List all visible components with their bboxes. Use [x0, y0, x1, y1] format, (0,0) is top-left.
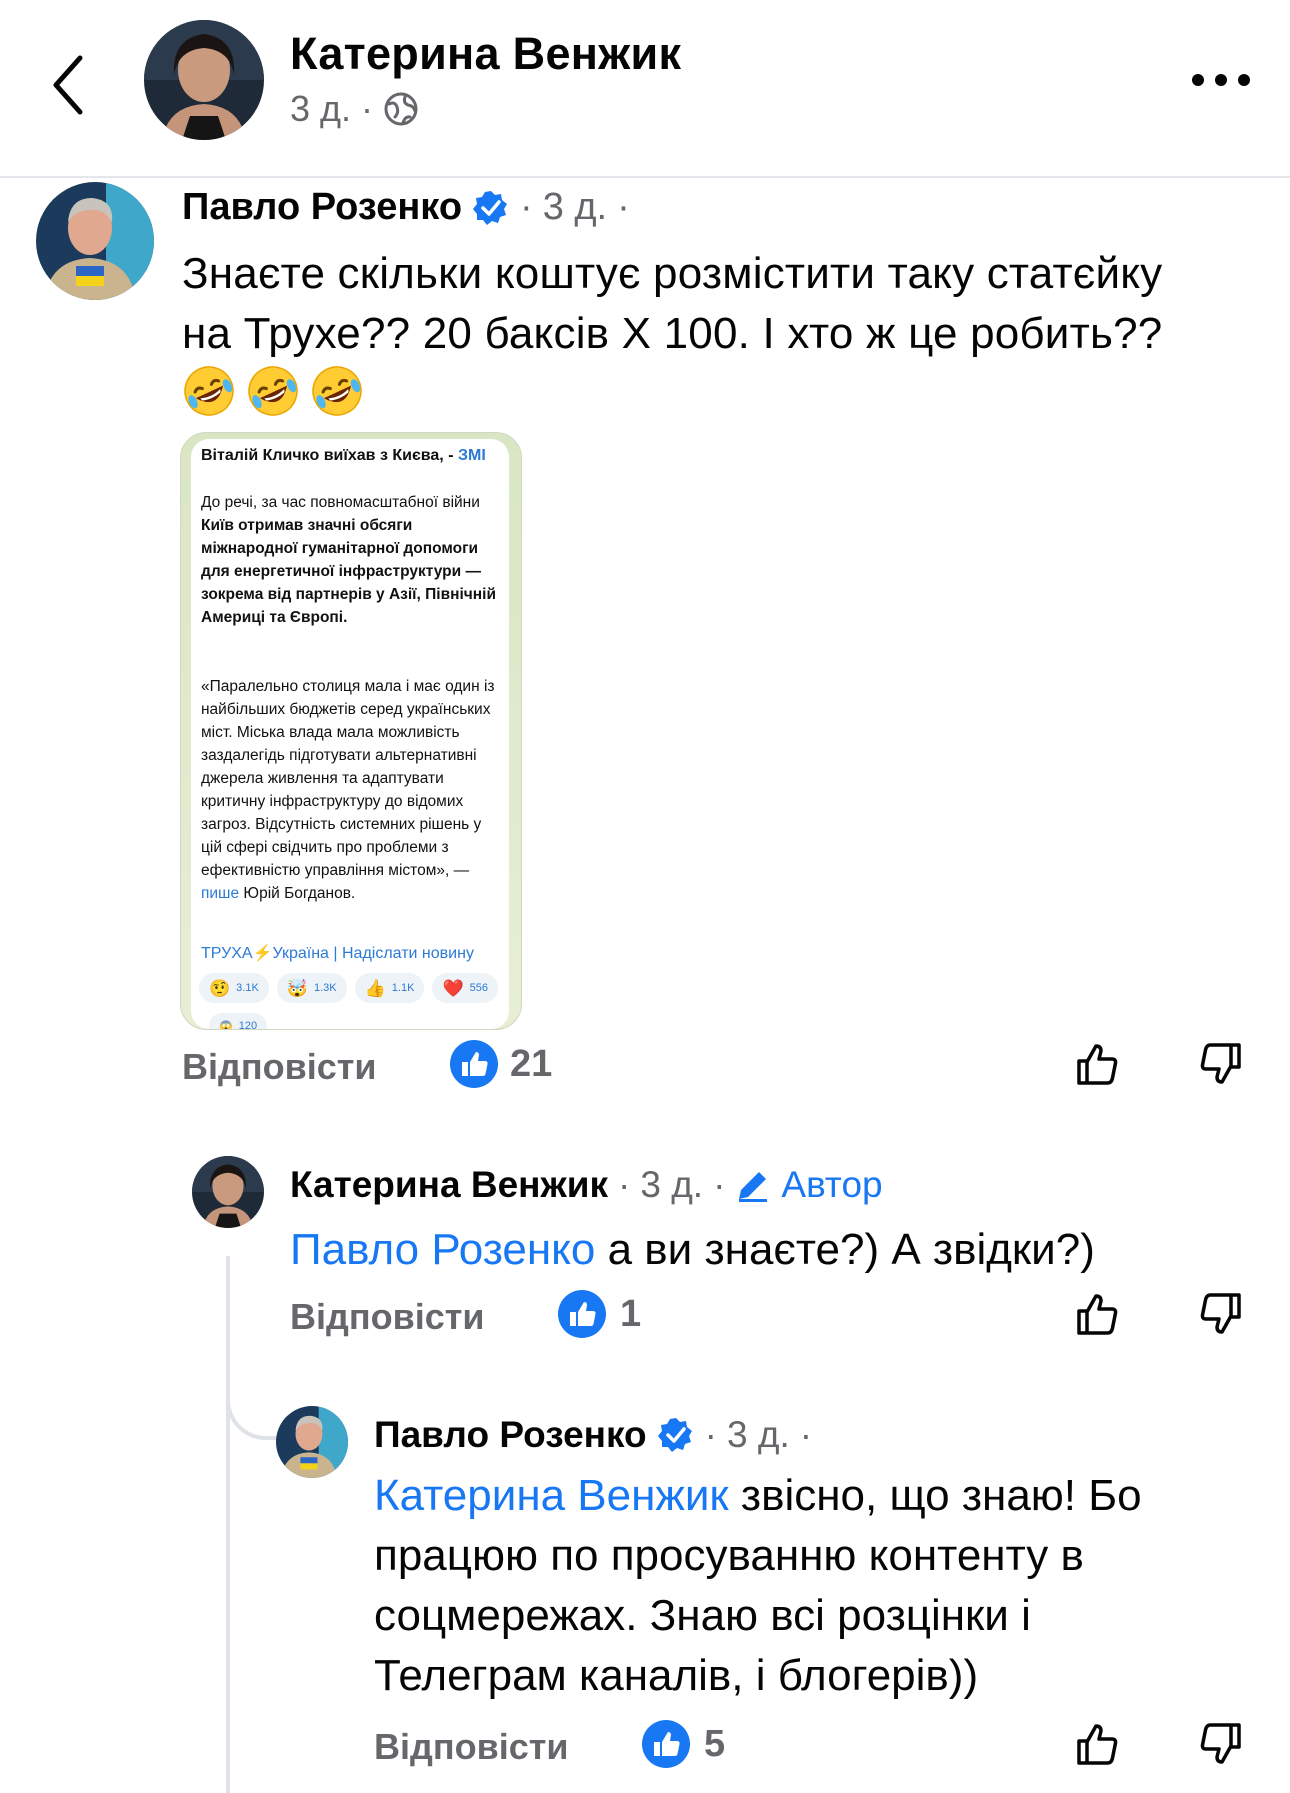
telegram-p1-bold: Київ отримав значні обсяги міжнародної г…	[201, 517, 496, 626]
thumbs-down-icon	[1200, 1723, 1241, 1764]
rofl-emoji	[184, 366, 234, 416]
thread-line	[226, 1256, 230, 1793]
comment2-header: Катерина Венжик · 3 д. · Автор	[290, 1164, 883, 1206]
rofl-emoji	[312, 366, 362, 416]
comment3-dot: ·	[704, 1414, 717, 1455]
thumbs-up-icon	[1077, 1044, 1118, 1085]
comment1-text-line2: на Трухе?? 20 баксів Х 100. І хто ж це р…	[182, 309, 1163, 358]
comment2-text: а ви знаєте?) А звідки?)	[595, 1225, 1095, 1274]
comment3-text-line1: звісно, що знаю! Бо	[728, 1471, 1142, 1520]
comment1-likes[interactable]: 21	[450, 1040, 552, 1088]
comment3-avatar[interactable]	[276, 1406, 348, 1478]
header-dot: ·	[361, 88, 374, 129]
comment2-mention[interactable]: Павло Розенко	[290, 1225, 595, 1274]
telegram-reaction: 🤨 3.1K	[199, 973, 269, 1003]
comment3-text-line4: Телеграм каналів, і блогерів))	[374, 1651, 979, 1700]
thread-connector	[226, 1376, 280, 1440]
telegram-reaction: 👍 1.1K	[354, 973, 425, 1003]
rofl-emoji	[248, 366, 298, 416]
comment1-downvote-button[interactable]	[1196, 1040, 1244, 1088]
comment1-header: Павло Розенко · 3 д. ·	[182, 186, 630, 229]
thumbs-up-icon	[1077, 1294, 1118, 1335]
comment2-dot: ·	[618, 1164, 631, 1205]
telegram-reactions: 🤨 3.1K 🤯 1.3K 👍 1.1K ❤️ 556	[199, 973, 498, 1003]
comment3-time: 3 д.	[727, 1414, 790, 1455]
comment1-text-line1: Знаєте скільки коштує розмістити таку ст…	[182, 249, 1163, 298]
comment1-avatar[interactable]	[36, 182, 154, 300]
telegram-paragraph1: До речі, за час повномасштабної війни Ки…	[201, 491, 501, 629]
comment3-header: Павло Розенко · 3 д. ·	[374, 1414, 812, 1456]
comment1-author[interactable]: Павло Розенко	[182, 186, 462, 229]
comment3-downvote-button[interactable]	[1196, 1720, 1244, 1768]
header-time: 3 д.	[290, 88, 352, 129]
comment2-reply-button[interactable]: Відповісти	[290, 1296, 485, 1338]
telegram-title-link: ЗМІ	[457, 447, 486, 464]
pencil-icon	[739, 1172, 768, 1202]
more-icon	[1192, 74, 1250, 86]
telegram-post: Віталій Кличко виїхав з Києва, - ЗМІ До …	[191, 439, 509, 1029]
comment3-text-line3: соцмережах. Знаю всі розцінки і	[374, 1591, 1031, 1640]
telegram-reaction: ❤️ 556	[432, 973, 498, 1003]
comment2-time: 3 д.	[640, 1164, 704, 1205]
verified-icon	[657, 1418, 692, 1452]
comment3-mention[interactable]: Катерина Венжик	[374, 1471, 729, 1520]
comment3-dot2: ·	[799, 1414, 813, 1455]
telegram-reaction: 😱 120	[209, 1013, 268, 1029]
comment2-avatar[interactable]	[192, 1156, 264, 1228]
comment3-upvote-button[interactable]	[1074, 1720, 1122, 1768]
telegram-p2-text: «Паралельно столиця мала і має один із н…	[201, 678, 495, 879]
comment1-reply-button[interactable]: Відповісти	[182, 1046, 377, 1088]
back-button[interactable]	[44, 50, 94, 120]
like-icon	[450, 1040, 498, 1088]
thumbs-down-icon	[1200, 1293, 1241, 1334]
comment1-upvote-button[interactable]	[1074, 1040, 1122, 1088]
telegram-footer: ТРУХА⚡Україна | Надіслати новину	[201, 945, 474, 962]
comment3-text-line2: працюю по просуванню контенту в	[374, 1531, 1084, 1580]
telegram-reaction: 🤯 1.3K	[276, 973, 347, 1003]
comment1-time: 3 д.	[542, 186, 608, 228]
comment3-body: Катерина Венжик звісно, що знаю! Бо прац…	[374, 1466, 1142, 1706]
globe-icon	[384, 92, 418, 126]
telegram-p1-plain: До речі, за час повномасштабної війни	[201, 494, 480, 511]
header-avatar[interactable]	[144, 20, 264, 140]
like-icon	[642, 1720, 690, 1768]
comment2-author-badge: Автор	[781, 1164, 883, 1205]
comment2-like-count: 1	[620, 1292, 642, 1335]
comment1-emojis	[182, 364, 364, 418]
comment1-attached-image[interactable]: Віталій Кличко виїхав з Києва, - ЗМІ До …	[180, 432, 522, 1030]
more-options-button[interactable]	[1186, 62, 1256, 98]
verified-icon	[473, 190, 508, 225]
comment2-upvote-button[interactable]	[1074, 1290, 1122, 1338]
telegram-title-text: Віталій Кличко виїхав з Києва, -	[201, 447, 458, 464]
comment1-dot: ·	[520, 186, 533, 228]
comment3-reply-button[interactable]: Відповісти	[374, 1726, 569, 1768]
comment1-like-count: 21	[510, 1042, 553, 1085]
comment1-body: Знаєте скільки коштує розмістити таку ст…	[182, 244, 1162, 364]
comment1-dot2: ·	[617, 186, 630, 228]
telegram-paragraph2: «Паралельно столиця мала і має один із н…	[201, 675, 501, 905]
comment2-likes[interactable]: 1	[558, 1290, 641, 1338]
header-meta: 3 д. ·	[290, 88, 419, 130]
back-arrow-icon	[53, 55, 83, 115]
comment2-author[interactable]: Катерина Венжик	[290, 1164, 608, 1206]
comment3-like-count: 5	[704, 1722, 726, 1765]
post-header: Катерина Венжик 3 д. ·	[0, 0, 1290, 178]
like-icon	[558, 1290, 606, 1338]
header-name[interactable]: Катерина Венжик	[290, 28, 681, 80]
thumbs-up-icon	[1077, 1724, 1118, 1765]
comment3-author[interactable]: Павло Розенко	[374, 1414, 647, 1456]
comment2-downvote-button[interactable]	[1196, 1290, 1244, 1338]
telegram-p2-end: Юрій Богданов.	[239, 885, 356, 902]
comment3-likes[interactable]: 5	[642, 1720, 725, 1768]
thumbs-down-icon	[1200, 1043, 1241, 1084]
comment2-dot2: ·	[713, 1164, 726, 1205]
comment2-body: Павло Розенко а ви знаєте?) А звідки?)	[290, 1220, 1095, 1280]
telegram-p2-link: пише	[201, 885, 240, 902]
telegram-title: Віталій Кличко виїхав з Києва, - ЗМІ	[201, 447, 501, 465]
